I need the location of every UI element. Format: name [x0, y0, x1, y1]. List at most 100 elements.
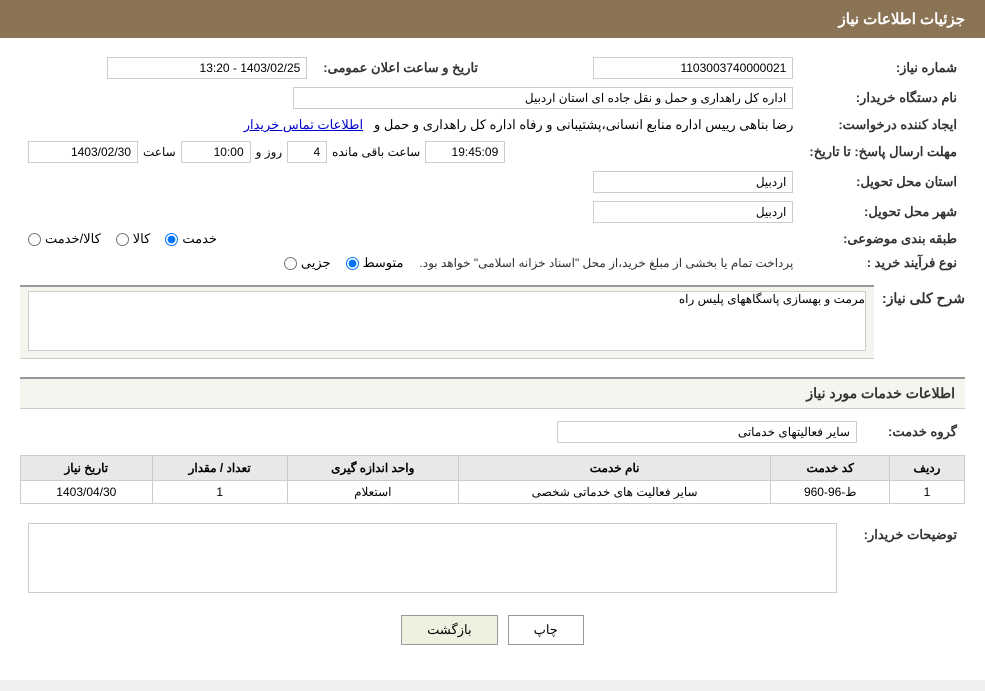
row-province: استان محل تحویل: — [20, 167, 965, 197]
back-button[interactable]: بازگشت — [401, 615, 497, 645]
creator-value: رضا بناهی رییس اداره منابع انسانی،پشتیبا… — [20, 113, 801, 137]
province-input[interactable] — [593, 171, 793, 193]
creator-text: رضا بناهی رییس اداره منابع انسانی،پشتیبا… — [374, 117, 793, 132]
buyer-org-label: نام دستگاه خریدار: — [801, 83, 965, 113]
deadline-value: ساعت باقی مانده روز و ساعت — [20, 137, 801, 167]
category-label: طبقه بندی موضوعی: — [801, 227, 965, 251]
purchase-type-value: پرداخت تمام یا بخشی از مبلغ خرید،از محل … — [20, 251, 801, 275]
buyer-org-value — [20, 83, 801, 113]
city-input[interactable] — [593, 201, 793, 223]
deadline-label: مهلت ارسال پاسخ: تا تاریخ: — [801, 137, 965, 167]
services-table-header-row: ردیف کد خدمت نام خدمت واحد اندازه گیری ت… — [21, 456, 965, 481]
buyer-org-input[interactable] — [293, 87, 793, 109]
radio-small[interactable] — [284, 257, 297, 270]
row-creator: ایجاد کننده درخواست: رضا بناهی رییس ادار… — [20, 113, 965, 137]
deadline-row: ساعت باقی مانده روز و ساعت — [28, 141, 793, 163]
table-row: 1 ط-96-960 سایر فعالیت های خدماتی شخصی ا… — [21, 481, 965, 504]
radio-goods[interactable] — [116, 233, 129, 246]
cell-unit: استعلام — [287, 481, 458, 504]
radio-goodsservice-label: کالا/خدمت — [45, 231, 101, 247]
announce-date-label: تاریخ و ساعت اعلان عمومی: — [315, 53, 486, 83]
radio-goods-label: کالا — [133, 231, 151, 247]
page-title: جزئیات اطلاعات نیاز — [839, 11, 966, 28]
row-city: شهر محل تحویل: — [20, 197, 965, 227]
creator-label: ایجاد کننده درخواست: — [801, 113, 965, 137]
col-service-code: کد خدمت — [771, 456, 890, 481]
col-row-num: ردیف — [890, 456, 965, 481]
city-label: شهر محل تحویل: — [801, 197, 965, 227]
purchase-type-label: نوع فرآیند خرید : — [801, 251, 965, 275]
radio-small-label: جزیی — [301, 255, 331, 271]
row-category: طبقه بندی موضوعی: خدمت کالا کالا/خدمت — [20, 227, 965, 251]
services-table-body: 1 ط-96-960 سایر فعالیت های خدماتی شخصی ا… — [21, 481, 965, 504]
deadline-time-input[interactable] — [181, 141, 251, 163]
deadline-days-input[interactable] — [287, 141, 327, 163]
remaining-label: ساعت باقی مانده — [332, 145, 420, 159]
radio-service-label: خدمت — [182, 231, 217, 247]
col-unit: واحد اندازه گیری — [287, 456, 458, 481]
col-quantity: تعداد / مقدار — [152, 456, 287, 481]
creator-link[interactable]: اطلاعات تماس خریدار — [244, 117, 363, 132]
row-need-number: شماره نیاز: تاریخ و ساعت اعلان عمومی: — [20, 53, 965, 83]
row-buyer-org: نام دستگاه خریدار: — [20, 83, 965, 113]
service-group-input[interactable] — [557, 421, 857, 443]
time-label: ساعت — [143, 145, 176, 159]
purchase-type-row: پرداخت تمام یا بخشی از مبلغ خرید،از محل … — [28, 255, 793, 271]
radio-medium-label: متوسط — [363, 255, 404, 271]
category-radio-group: خدمت کالا کالا/خدمت — [28, 231, 793, 247]
info-table: شماره نیاز: تاریخ و ساعت اعلان عمومی: نا… — [20, 53, 965, 275]
buyer-notes-table: توضیحات خریدار: — [20, 519, 965, 600]
radio-goods-item: کالا — [116, 231, 151, 247]
row-purchase-type: نوع فرآیند خرید : پرداخت تمام یا بخشی از… — [20, 251, 965, 275]
radio-service-item: خدمت — [165, 231, 217, 247]
buyer-notes-input[interactable] — [28, 523, 837, 593]
radio-goodsservice-item: کالا/خدمت — [28, 231, 101, 247]
row-deadline: مهلت ارسال پاسخ: تا تاریخ: ساعت باقی مان… — [20, 137, 965, 167]
need-description-container: مرمت و بهسازی پاسگاههای پلیس راه — [20, 285, 874, 367]
radio-small-item: جزیی — [284, 255, 331, 271]
need-description-section: شرح کلی نیاز: مرمت و بهسازی پاسگاههای پل… — [20, 285, 965, 367]
page-wrapper: جزئیات اطلاعات نیاز شماره نیاز: تاریخ و … — [0, 0, 985, 680]
buyer-notes-label: توضیحات خریدار: — [845, 519, 965, 600]
radio-goodsservice[interactable] — [28, 233, 41, 246]
service-group-table: گروه خدمت: — [20, 417, 965, 447]
cell-service-code: ط-96-960 — [771, 481, 890, 504]
province-label: استان محل تحویل: — [801, 167, 965, 197]
radio-service[interactable] — [165, 233, 178, 246]
col-service-name: نام خدمت — [458, 456, 771, 481]
service-group-label: گروه خدمت: — [865, 417, 965, 447]
cell-date: 1403/04/30 — [21, 481, 153, 504]
need-description-section-label: شرح کلی نیاز: — [882, 285, 965, 312]
row-buyer-notes: توضیحات خریدار: — [20, 519, 965, 600]
need-number-value — [506, 53, 801, 83]
col-date: تاریخ نیاز — [21, 456, 153, 481]
radio-medium-item: متوسط — [346, 255, 404, 271]
buyer-notes-value — [20, 519, 845, 600]
deadline-remaining-input[interactable] — [425, 141, 505, 163]
print-button[interactable]: چاپ — [508, 615, 584, 645]
content-area: شماره نیاز: تاریخ و ساعت اعلان عمومی: نا… — [0, 38, 985, 680]
service-group-value — [20, 417, 865, 447]
services-section-title: اطلاعات خدمات مورد نیاز — [20, 377, 965, 409]
need-number-input[interactable] — [593, 57, 793, 79]
need-description-input[interactable]: مرمت و بهسازی پاسگاههای پلیس راه — [28, 291, 866, 351]
cell-row-num: 1 — [890, 481, 965, 504]
category-options: خدمت کالا کالا/خدمت — [20, 227, 801, 251]
services-table: ردیف کد خدمت نام خدمت واحد اندازه گیری ت… — [20, 455, 965, 504]
need-number-label: شماره نیاز: — [801, 53, 965, 83]
cell-quantity: 1 — [152, 481, 287, 504]
services-table-head: ردیف کد خدمت نام خدمت واحد اندازه گیری ت… — [21, 456, 965, 481]
page-header: جزئیات اطلاعات نیاز — [0, 0, 985, 38]
city-value — [20, 197, 801, 227]
purchase-radio-group: متوسط جزیی — [284, 255, 404, 271]
day-label: روز و — [256, 145, 283, 159]
province-value — [20, 167, 801, 197]
announce-date-value — [20, 53, 315, 83]
cell-service-name: سایر فعالیت های خدماتی شخصی — [458, 481, 771, 504]
row-service-group: گروه خدمت: — [20, 417, 965, 447]
radio-medium[interactable] — [346, 257, 359, 270]
announce-date-input[interactable] — [107, 57, 307, 79]
buttons-row: چاپ بازگشت — [20, 615, 965, 645]
deadline-date-input[interactable] — [28, 141, 138, 163]
need-description-header: مرمت و بهسازی پاسگاههای پلیس راه — [20, 285, 874, 359]
